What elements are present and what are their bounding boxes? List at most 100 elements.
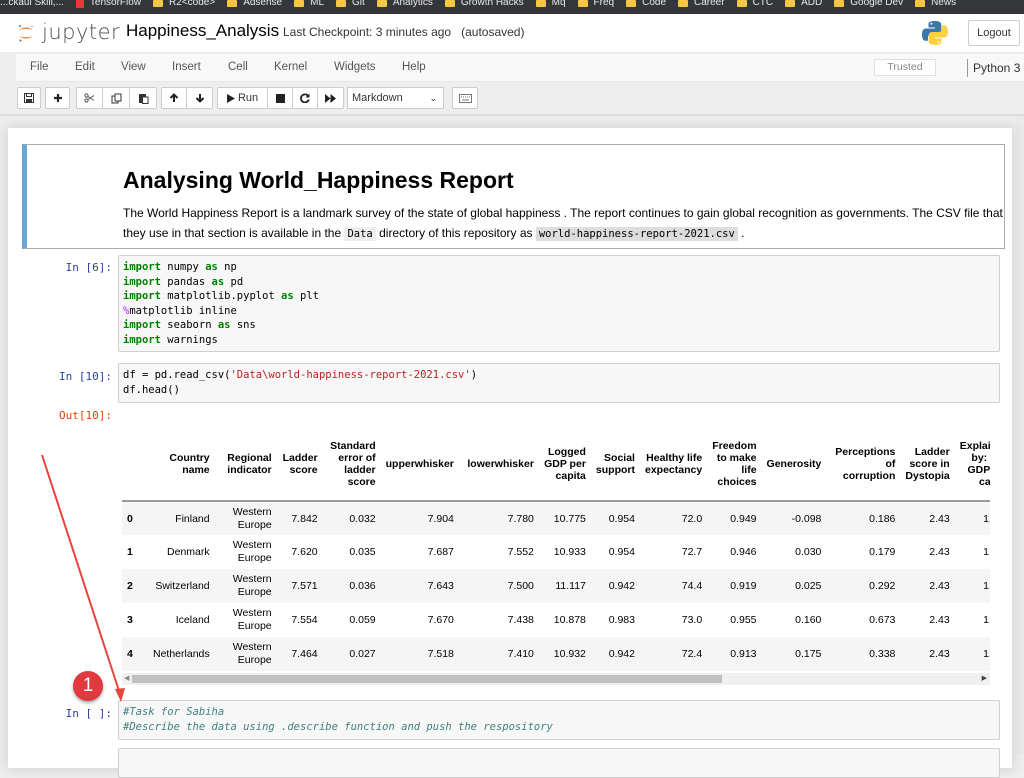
- menu-insert[interactable]: Insert: [172, 61, 201, 73]
- row-index: 1: [127, 546, 133, 558]
- insert-cell-button[interactable]: [45, 87, 70, 109]
- table-cell: Netherlands: [153, 648, 210, 660]
- column-header: Logged GDP per capita: [544, 446, 586, 482]
- folder-icon: [376, 0, 387, 7]
- table-cell: 2.43: [929, 580, 950, 592]
- page-scrollbar[interactable]: [1016, 116, 1024, 754]
- menu-edit[interactable]: Edit: [75, 61, 95, 73]
- cell-prompt-in-6: In [6]:: [65, 261, 112, 274]
- markdown-cell[interactable]: Analysing World_Happiness Report The Wor…: [22, 144, 1005, 249]
- bookmark-item[interactable]: CTC: [736, 0, 773, 8]
- code-cell-imports[interactable]: import numpy as np import pandas as pd imp…: [118, 255, 1000, 352]
- inline-code-data: Data: [344, 227, 376, 241]
- bookmark-item[interactable]: Git: [336, 0, 365, 8]
- scrollbar-thumb[interactable]: [132, 675, 722, 683]
- markdown-paragraph: The World Happiness Report is a landmark…: [123, 203, 1003, 244]
- menu-kernel[interactable]: Kernel: [274, 61, 307, 73]
- bookmark-item[interactable]: News: [915, 0, 956, 8]
- bookmark-item[interactable]: TensorFlow: [75, 0, 141, 8]
- trusted-badge[interactable]: Trusted: [874, 59, 936, 76]
- bookmark-item[interactable]: Growth Hacks: [444, 0, 524, 8]
- save-button[interactable]: [17, 87, 41, 109]
- kernel-separator: [967, 59, 968, 77]
- table-cell: 0.949: [730, 512, 757, 525]
- logout-button[interactable]: Logout: [968, 20, 1020, 46]
- dataframe-table: Country name Regional indicator Ladder sco…: [122, 428, 990, 671]
- menu-file[interactable]: File: [30, 61, 49, 73]
- annotation-badge: 1: [73, 671, 103, 701]
- code-token: import: [123, 275, 161, 288]
- table-row: 4 Netherlands Western Europe 7.464 0.027 7.51…: [122, 637, 990, 671]
- code-cell-task[interactable]: #Task for Sabiha #Describe the data using…: [118, 700, 1000, 740]
- code-token: import: [123, 319, 161, 332]
- column-header: Regional indicator: [227, 452, 272, 476]
- scroll-left-arrow-icon[interactable]: ◀: [124, 674, 129, 682]
- arrow-up-icon: [169, 93, 179, 103]
- bookmark-item[interactable]: Career: [678, 0, 725, 8]
- table-cell: Switzerland: [155, 580, 210, 592]
- menu-view[interactable]: View: [121, 61, 146, 73]
- bookmark-item[interactable]: ADD: [785, 0, 822, 8]
- code-token: numpy: [160, 261, 206, 273]
- table-cell: 0.942: [608, 648, 635, 660]
- table-cell: Western Europe: [232, 641, 272, 666]
- run-icon: [226, 93, 235, 103]
- bookmark-item[interactable]: Analytics: [376, 0, 433, 8]
- table-cell: 0.059: [349, 614, 376, 626]
- menu-help[interactable]: Help: [402, 61, 426, 73]
- code-token: pd: [224, 275, 244, 288]
- command-palette-button[interactable]: [452, 87, 478, 109]
- bookmark-item[interactable]: Freq: [577, 0, 614, 8]
- bookmark-item[interactable]: ML: [294, 0, 324, 8]
- code-cell-empty[interactable]: [118, 748, 1000, 778]
- table-cell: 7.643: [427, 580, 454, 592]
- bookmark-item[interactable]: R2<code>: [153, 0, 215, 8]
- inline-code-filename: world-happiness-report-2021.csv: [535, 227, 738, 241]
- bookmark-item[interactable]: Mq: [535, 0, 566, 8]
- table-cell: 7.904: [427, 512, 454, 525]
- menu-cell[interactable]: Cell: [228, 61, 248, 73]
- run-all-button[interactable]: [317, 87, 344, 109]
- folder-icon: [444, 0, 455, 7]
- table-horizontal-scrollbar[interactable]: ◀ ▶: [122, 673, 990, 685]
- copy-button[interactable]: [102, 87, 130, 109]
- cell-type-select[interactable]: Markdown ⌄: [347, 87, 444, 109]
- table-header-row: Country name Regional indicator Ladder sco…: [122, 428, 990, 501]
- table-cell: Western Europe: [232, 539, 272, 564]
- tensorflow-icon: [75, 0, 84, 8]
- folder-icon: [336, 0, 347, 7]
- fast-forward-icon: [325, 93, 336, 103]
- bookmark-item[interactable]: Google Dev: [834, 0, 903, 8]
- code-token: as: [205, 261, 218, 273]
- notebook-title[interactable]: Happiness_Analysis: [126, 21, 279, 41]
- paste-button[interactable]: [129, 87, 157, 109]
- bookmark-item[interactable]: ...ckaul Skill,...: [0, 0, 64, 8]
- table-cell: 2.43: [929, 512, 950, 525]
- move-up-button[interactable]: [161, 87, 187, 109]
- code-token: 'Data\world-happiness-report-2021.csv': [230, 369, 471, 381]
- table-cell: 72.4: [681, 648, 703, 660]
- kernel-name[interactable]: Python 3: [973, 61, 1020, 75]
- jupyter-logo[interactable]: jupyter: [18, 20, 120, 46]
- move-down-button[interactable]: [186, 87, 213, 109]
- column-header: Social support: [595, 452, 635, 476]
- code-token: sns: [230, 319, 256, 332]
- table-cell: 0.955: [730, 614, 757, 626]
- menu-bar: File Edit View Insert Cell Kernel Widget…: [16, 54, 1024, 82]
- code-cell-read-csv[interactable]: df = pd.read_csv('Data\world-happiness-r…: [118, 363, 1000, 403]
- bookmarks-bar: ...ckaul Skill,... TensorFlow R2<code> Adse…: [0, 0, 1024, 14]
- folder-icon: [626, 0, 637, 7]
- scroll-right-arrow-icon[interactable]: ▶: [982, 674, 987, 682]
- table-cell: 10.878: [553, 614, 586, 626]
- interrupt-button[interactable]: [267, 87, 293, 109]
- code-line: #Task for Sabiha: [123, 705, 995, 720]
- table-cell: 7.687: [427, 546, 454, 558]
- cut-button[interactable]: [76, 87, 103, 109]
- bookmark-item[interactable]: Code: [626, 0, 666, 8]
- bookmark-item[interactable]: Adsense: [227, 0, 282, 8]
- restart-button[interactable]: [292, 87, 318, 109]
- table-cell: Denmark: [167, 546, 210, 558]
- menu-widgets[interactable]: Widgets: [334, 61, 376, 73]
- table-cell: 0.036: [349, 580, 376, 592]
- run-button[interactable]: Run: [217, 87, 268, 109]
